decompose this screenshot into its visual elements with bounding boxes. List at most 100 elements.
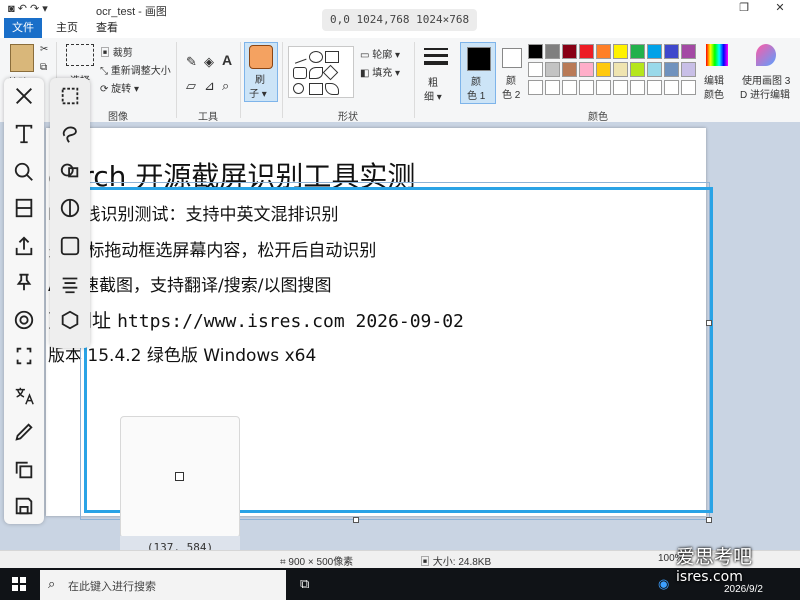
tab-file[interactable]: 文件 [4, 18, 42, 38]
rounded-rect-shape-icon[interactable] [293, 67, 307, 79]
target-icon [14, 310, 34, 330]
color1-button[interactable]: 颜 色 1 [460, 42, 496, 104]
custom-color-slot[interactable] [528, 80, 543, 95]
copy-capture-button[interactable] [10, 456, 38, 484]
brushes-button[interactable]: 刷 子 ▾ [244, 42, 278, 102]
palette-swatch[interactable] [647, 62, 662, 77]
star-shape-icon[interactable] [309, 83, 323, 95]
palette-swatch[interactable] [562, 62, 577, 77]
rectangle-shape-icon[interactable] [325, 51, 339, 63]
fill-button[interactable]: ◧ 填充 ▾ [360, 64, 400, 79]
ocr-circle-button[interactable] [10, 306, 38, 334]
taskbar-search[interactable]: ⌕ 在此键入进行搜索 [40, 570, 286, 600]
tab-home[interactable]: 主页 [48, 18, 86, 38]
palette-swatch[interactable] [664, 44, 679, 59]
select-icon[interactable] [66, 44, 94, 66]
custom-color-slot[interactable] [681, 80, 696, 95]
custom-color-slot[interactable] [630, 80, 645, 95]
palette-swatch[interactable] [613, 44, 628, 59]
fullscreen-button[interactable] [10, 342, 38, 370]
color2-button[interactable]: 颜 色 2 [498, 42, 528, 102]
resize-handle[interactable] [353, 517, 359, 523]
palette-swatch[interactable] [681, 62, 696, 77]
copy-icon [15, 461, 33, 479]
text-lines-button[interactable] [56, 270, 84, 298]
save-button[interactable] [10, 492, 38, 520]
eraser-icon[interactable]: ▱ [186, 78, 196, 94]
palette-swatch[interactable] [664, 62, 679, 77]
resize-button[interactable]: ⤡ 重新调整大小 [100, 62, 171, 77]
scroll-capture-icon [15, 198, 33, 218]
annotate-button[interactable] [10, 418, 38, 446]
palette-swatch[interactable] [647, 44, 662, 59]
crop-button[interactable]: ▣ 裁剪 [100, 44, 133, 59]
cut-icon[interactable]: ✂ [40, 44, 48, 55]
palette-swatch[interactable] [562, 44, 577, 59]
callout-shape-icon[interactable] [325, 83, 339, 95]
palette-swatch[interactable] [613, 62, 628, 77]
edit-colors-button[interactable]: 编辑 颜色 [704, 42, 734, 102]
line-shape-icon[interactable] [291, 49, 307, 64]
freeform-select-button[interactable] [56, 120, 84, 148]
close-capture-button[interactable] [10, 82, 38, 110]
palette-swatch[interactable] [545, 62, 560, 77]
polygon-shape-icon[interactable] [309, 67, 323, 79]
palette-swatch[interactable] [528, 44, 543, 59]
share-button[interactable] [10, 232, 38, 260]
palette-swatch[interactable] [579, 62, 594, 77]
search-icon [14, 162, 33, 181]
close-button[interactable]: ✕ [772, 1, 788, 15]
outline-button[interactable]: ▭ 轮廓 ▾ [360, 46, 400, 61]
diamond-shape-icon[interactable] [322, 64, 339, 81]
windows-start-icon[interactable] [12, 577, 26, 591]
hexagon-select-button[interactable] [56, 306, 84, 334]
color1-swatch [467, 47, 491, 71]
resize-handle[interactable] [706, 517, 712, 523]
bracket-icon [16, 347, 32, 365]
translate-button[interactable] [10, 382, 38, 410]
color-picker-icon[interactable]: ⊿ [204, 78, 215, 94]
quick-access-toolbar[interactable]: ◙ ↶ ↷ ▾ [8, 2, 48, 15]
taskbar-date[interactable]: 2026/9/2 [724, 584, 763, 595]
custom-color-slot[interactable] [579, 80, 594, 95]
palette-swatch[interactable] [596, 44, 611, 59]
palette-swatch[interactable] [630, 62, 645, 77]
palette-swatch[interactable] [528, 62, 543, 77]
ocr-text-button[interactable] [10, 120, 38, 148]
fullscreen-select-button[interactable] [56, 232, 84, 260]
circle-shape-icon[interactable] [293, 83, 304, 94]
window-select-button[interactable] [56, 156, 84, 184]
scroll-capture-button[interactable] [10, 194, 38, 222]
rect-select-button[interactable] [56, 82, 84, 110]
restore-button[interactable]: ❐ [736, 1, 752, 15]
pin-button[interactable] [10, 268, 38, 296]
custom-color-slot[interactable] [562, 80, 577, 95]
custom-color-slot[interactable] [664, 80, 679, 95]
shapes-gallery[interactable] [288, 46, 354, 98]
palette-swatch[interactable] [630, 44, 645, 59]
oval-shape-icon[interactable] [309, 51, 323, 63]
custom-color-slot[interactable] [613, 80, 628, 95]
resize-handle[interactable] [706, 320, 712, 326]
app-tray-icon[interactable]: ◉ [658, 576, 669, 592]
text-icon[interactable]: A [222, 52, 232, 68]
palette-swatch[interactable] [579, 44, 594, 59]
size-button[interactable]: 粗 细 ▾ [420, 44, 452, 104]
paint3d-button[interactable]: 使用画图 3 D 进行编辑 [740, 42, 798, 102]
split-select-button[interactable] [56, 194, 84, 222]
pencil-icon[interactable]: ✎ [186, 54, 197, 70]
palette-swatch[interactable] [545, 44, 560, 59]
custom-color-slot[interactable] [596, 80, 611, 95]
search-button[interactable] [10, 158, 38, 186]
fill-icon[interactable]: ◈ [204, 54, 214, 70]
task-view-icon[interactable]: ⧉ [300, 576, 309, 592]
rotate-button[interactable]: ⟳ 旋转 ▾ [100, 80, 139, 95]
split-circle-icon [60, 198, 80, 218]
custom-color-slot[interactable] [647, 80, 662, 95]
tab-view[interactable]: 查看 [88, 18, 126, 38]
magnifier-tool-icon[interactable]: ⌕ [222, 78, 229, 94]
copy-icon[interactable]: ⧉ [40, 62, 47, 73]
custom-color-slot[interactable] [545, 80, 560, 95]
palette-swatch[interactable] [681, 44, 696, 59]
palette-swatch[interactable] [596, 62, 611, 77]
